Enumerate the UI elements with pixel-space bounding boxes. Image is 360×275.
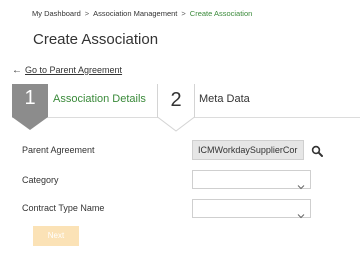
breadcrumb-item-create-association: Create Association — [189, 9, 253, 18]
category-label: Category — [22, 175, 59, 185]
category-select[interactable] — [192, 170, 311, 190]
chevron-down-icon — [297, 177, 305, 190]
breadcrumb-separator: > — [181, 9, 186, 18]
page-title: Create Association — [33, 31, 159, 48]
next-button[interactable]: Next — [33, 226, 79, 246]
parent-agreement-label: Parent Agreement — [22, 145, 95, 155]
parent-agreement-field[interactable]: ICMWorkdaySupplierCor — [192, 140, 304, 160]
step-2-number: 2 — [170, 89, 182, 111]
go-to-parent-agreement-link[interactable]: ← Go to Parent Agreement — [12, 65, 122, 76]
breadcrumb: My Dashboard > Association Management > Crea… — [32, 9, 252, 18]
contract-type-name-label: Contract Type Name — [22, 203, 105, 213]
create-association-page: My Dashboard > Association Management > Crea… — [0, 0, 360, 275]
breadcrumb-item-association-management[interactable]: Association Management — [93, 9, 177, 18]
step-2-label[interactable]: Meta Data — [199, 93, 250, 105]
contract-type-name-select[interactable] — [192, 199, 311, 219]
step-1-number: 1 — [24, 87, 36, 109]
breadcrumb-item-dashboard[interactable]: My Dashboard — [32, 9, 81, 18]
breadcrumb-separator: > — [84, 9, 90, 18]
arrow-left-icon: ← — [12, 65, 22, 76]
back-link-label: Go to Parent Agreement — [25, 65, 123, 75]
chevron-down-icon — [297, 206, 305, 219]
step-1-label[interactable]: Association Details — [53, 93, 146, 105]
search-icon[interactable] — [311, 144, 323, 157]
